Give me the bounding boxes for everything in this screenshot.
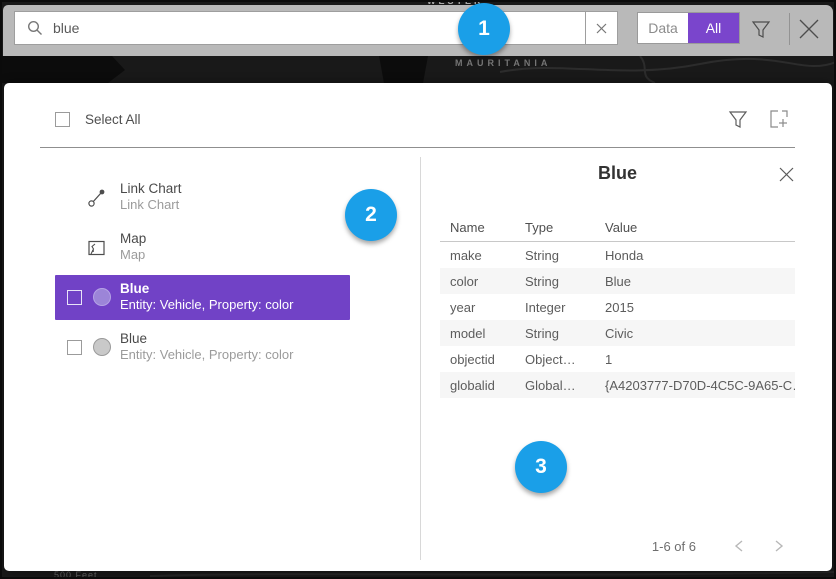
attr-name: model <box>440 320 525 346</box>
column-header-value: Value <box>605 213 795 242</box>
close-detail-button[interactable] <box>778 166 795 188</box>
table-row: model String Civic <box>440 320 795 346</box>
search-toolbar: Data All <box>3 5 833 56</box>
callout-badge-3: 3 <box>515 441 567 493</box>
mode-all-button[interactable]: All <box>688 13 739 43</box>
result-item-blue-selected[interactable]: Blue Entity: Vehicle, Property: color <box>55 275 350 320</box>
map-icon <box>87 238 107 258</box>
pagination-label: 1-6 of 6 <box>604 539 696 554</box>
attr-type: String <box>525 320 605 346</box>
search-mode-toggle: Data All <box>637 12 740 44</box>
pagination-next-button[interactable] <box>768 535 790 557</box>
chevron-right-icon <box>774 539 784 553</box>
table-row: objectid Object… 1 <box>440 346 795 372</box>
clear-search-button[interactable] <box>585 12 617 44</box>
attr-value: 2015 <box>605 294 795 320</box>
search-box <box>14 11 618 45</box>
clear-icon <box>596 23 607 34</box>
close-search-button[interactable] <box>795 15 823 48</box>
attr-name: make <box>440 242 525 269</box>
close-icon <box>778 166 795 183</box>
filter-icon <box>728 109 748 131</box>
select-all-label: Select All <box>85 112 141 127</box>
header-divider <box>40 147 795 148</box>
attr-name: year <box>440 294 525 320</box>
table-header-row: Name Type Value <box>440 213 795 242</box>
map-scale-label: 500 Feet <box>54 570 98 579</box>
search-icon <box>27 20 43 36</box>
attr-value: Civic <box>605 320 795 346</box>
attr-name: color <box>440 268 525 294</box>
result-item-map[interactable]: Map Map <box>55 225 350 270</box>
select-all-checkbox[interactable] <box>55 112 70 127</box>
attribute-table: Name Type Value make String Honda color … <box>440 213 795 398</box>
result-subtitle: Link Chart <box>120 197 182 213</box>
attr-name: globalid <box>440 372 525 398</box>
table-row: globalid Global… {A4203777-D70D-4C5C-9A6… <box>440 372 795 398</box>
attr-value: Honda <box>605 242 795 269</box>
result-title: Blue <box>120 331 293 347</box>
callout-badge-2: 2 <box>345 189 397 241</box>
result-title: Link Chart <box>120 181 182 197</box>
result-item-link-chart[interactable]: Link Chart Link Chart <box>55 175 350 220</box>
result-title: Map <box>120 231 146 247</box>
results-filter-button[interactable] <box>728 109 748 136</box>
add-item-icon <box>769 109 790 130</box>
circle-swatch-icon <box>93 338 111 356</box>
attr-value: Blue <box>605 268 795 294</box>
column-header-name: Name <box>440 213 525 242</box>
table-row: make String Honda <box>440 242 795 269</box>
result-item-blue[interactable]: Blue Entity: Vehicle, Property: color <box>55 325 350 370</box>
attr-name: objectid <box>440 346 525 372</box>
result-subtitle: Entity: Vehicle, Property: color <box>120 297 293 313</box>
circle-swatch-icon <box>93 288 111 306</box>
callout-badge-1: 1 <box>458 3 510 55</box>
table-row: year Integer 2015 <box>440 294 795 320</box>
search-filter-button[interactable] <box>751 19 771 46</box>
close-icon <box>795 15 823 43</box>
map-label-mauritania: MAURITANIA <box>455 58 551 68</box>
attr-type: String <box>525 268 605 294</box>
result-title: Blue <box>120 281 293 297</box>
table-row: color String Blue <box>440 268 795 294</box>
result-checkbox[interactable] <box>67 290 82 305</box>
attr-value: 1 <box>605 346 795 372</box>
result-checkbox[interactable] <box>67 340 82 355</box>
toolbar-divider <box>789 13 790 45</box>
attr-type: String <box>525 242 605 269</box>
link-chart-icon <box>87 188 107 208</box>
attr-type: Object… <box>525 346 605 372</box>
attr-type: Integer <box>525 294 605 320</box>
panel-divider <box>420 157 421 560</box>
chevron-left-icon <box>734 539 744 553</box>
app-window: WESTER MAURITANIA 500 Feet Data All <box>0 0 836 579</box>
result-subtitle: Map <box>120 247 146 263</box>
column-header-type: Type <box>525 213 605 242</box>
filter-icon <box>751 19 771 41</box>
detail-title: Blue <box>440 163 795 184</box>
search-results-panel: Select All Link Chart Link Char <box>4 83 832 571</box>
mode-data-button[interactable]: Data <box>638 13 688 43</box>
attr-type: Global… <box>525 372 605 398</box>
add-to-selection-button[interactable] <box>769 109 790 135</box>
result-subtitle: Entity: Vehicle, Property: color <box>120 347 293 363</box>
attr-value: {A4203777-D70D-4C5C-9A65-C… <box>605 372 795 398</box>
pagination-prev-button[interactable] <box>728 535 750 557</box>
